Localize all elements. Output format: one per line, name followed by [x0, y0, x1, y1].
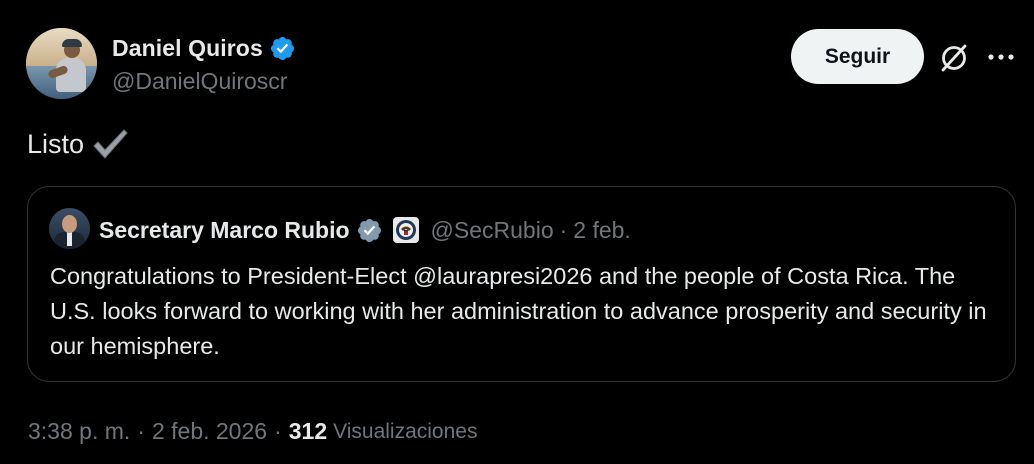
- quoted-tweet[interactable]: Secretary Marco Rubio @SecRubio · 2 feb.…: [27, 186, 1016, 382]
- tweet-time[interactable]: 3:38 p. m.: [28, 418, 130, 445]
- more-icon[interactable]: [985, 44, 1019, 70]
- us-state-department-seal-icon[interactable]: [392, 217, 419, 243]
- quoted-display-name[interactable]: Secretary Marco Rubio: [99, 217, 350, 244]
- tweet-text-content: Listo: [27, 128, 85, 159]
- government-verified-badge-icon[interactable]: [356, 217, 383, 244]
- tweet-text: Listo: [27, 124, 130, 164]
- quoted-avatar-face: [62, 215, 77, 233]
- quoted-handle[interactable]: @SecRubio: [431, 217, 554, 244]
- grok-icon[interactable]: [937, 41, 971, 75]
- author-handle[interactable]: @DanielQuiroscr: [112, 68, 287, 95]
- check-mark-icon: [93, 129, 128, 159]
- quoted-avatar-shirt: [67, 232, 72, 246]
- tweet-date[interactable]: 2 feb. 2026: [152, 418, 267, 445]
- quoted-author-avatar[interactable]: [49, 208, 90, 249]
- quoted-text: Congratulations to President-Elect @laur…: [50, 263, 987, 359]
- tweet-meta: 3:38 p. m. · 2 feb. 2026 · 312 Visualiza…: [28, 418, 477, 445]
- meta-separator: ·: [137, 418, 145, 444]
- views-label[interactable]: Visualizaciones: [333, 420, 477, 444]
- avatar-cap: [62, 39, 82, 47]
- views-count[interactable]: 312: [289, 418, 327, 445]
- follow-button[interactable]: Seguir: [791, 29, 924, 84]
- author-display-name[interactable]: Daniel Quiros: [112, 35, 263, 62]
- quoted-separator: ·: [559, 216, 568, 243]
- author-name-row[interactable]: Daniel Quiros: [112, 33, 296, 63]
- quoted-header: Secretary Marco Rubio @SecRubio · 2 feb.: [99, 215, 631, 245]
- quoted-date[interactable]: 2 feb.: [573, 217, 631, 244]
- verified-badge-icon[interactable]: [269, 35, 296, 62]
- meta-separator-2: ·: [274, 418, 282, 444]
- author-avatar[interactable]: [26, 28, 97, 99]
- tweet: Daniel Quiros @DanielQuiroscr Seguir Lis…: [0, 0, 1034, 464]
